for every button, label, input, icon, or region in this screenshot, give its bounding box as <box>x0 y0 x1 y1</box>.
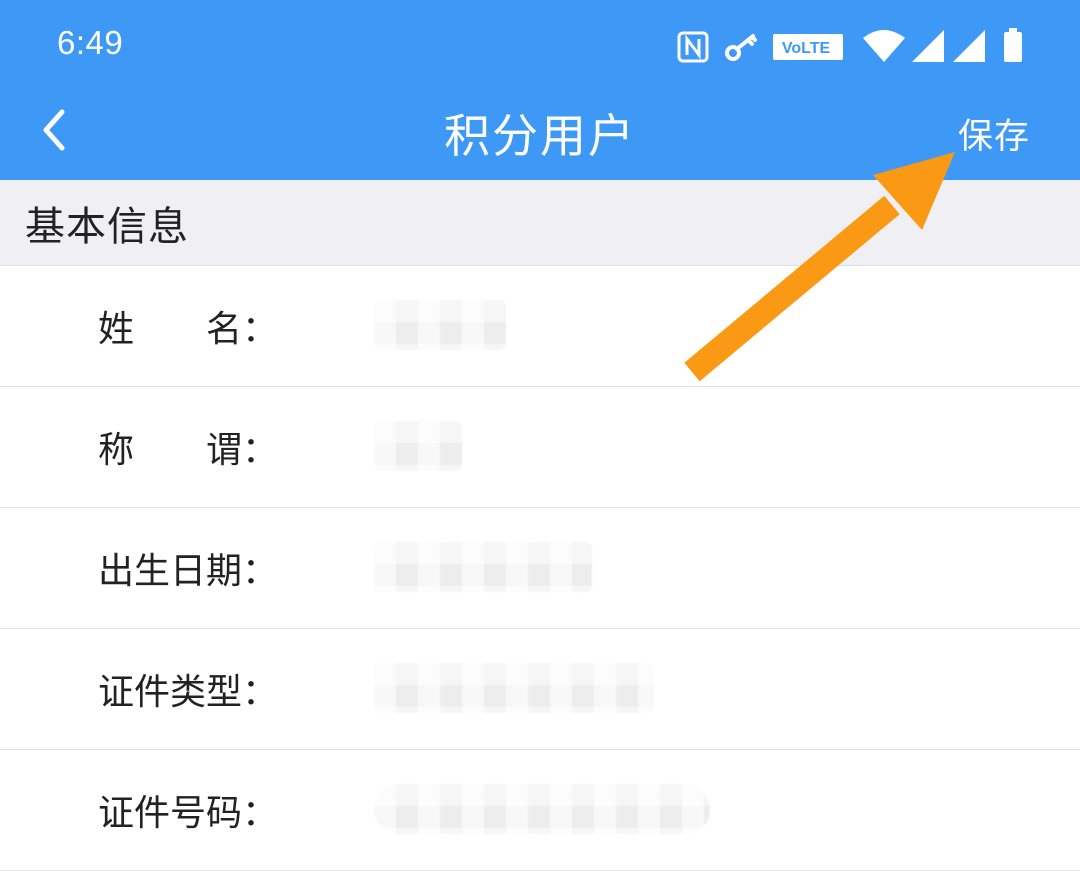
status-time: 6:49 <box>57 24 124 61</box>
app-header: 6:49 VoLTE 积分用户 保存 <box>0 0 1080 180</box>
field-label: 证件号码： <box>98 793 279 834</box>
vpn-key-icon <box>724 30 760 68</box>
page-title: 积分用户 <box>444 109 636 163</box>
form-row-birthdate[interactable]: 出生日期： <box>0 508 1080 629</box>
title-value[interactable] <box>374 421 462 471</box>
field-label: 证件类型： <box>98 672 279 713</box>
battery-icon <box>1003 28 1023 68</box>
wifi-icon <box>862 30 906 68</box>
form-list: 姓 名： 称 谓： 出生日期： 证件类型： 证件号码： <box>0 266 1080 871</box>
id-number-value[interactable] <box>374 784 710 834</box>
form-row-title[interactable]: 称 谓： <box>0 387 1080 508</box>
chevron-left-icon <box>43 109 65 151</box>
field-label: 称 谓： <box>98 430 279 471</box>
field-label: 姓 名： <box>98 309 279 350</box>
volte-icon: VoLTE <box>773 34 845 66</box>
svg-text:VoLTE: VoLTE <box>782 40 831 57</box>
name-value[interactable] <box>374 300 506 350</box>
signal-icon-2 <box>953 30 987 66</box>
nfc-icon <box>676 30 710 68</box>
field-label: 出生日期： <box>98 551 279 592</box>
section-title: 基本信息 <box>25 204 189 250</box>
id-type-value[interactable] <box>374 663 654 713</box>
form-row-id-number[interactable]: 证件号码： <box>0 750 1080 871</box>
section-header: 基本信息 <box>0 180 1080 266</box>
birthdate-value[interactable] <box>374 542 592 592</box>
form-row-id-type[interactable]: 证件类型： <box>0 629 1080 750</box>
signal-icon <box>912 30 946 66</box>
form-row-name[interactable]: 姓 名： <box>0 266 1080 387</box>
back-button[interactable] <box>24 98 88 162</box>
save-button[interactable]: 保存 <box>958 108 1030 159</box>
